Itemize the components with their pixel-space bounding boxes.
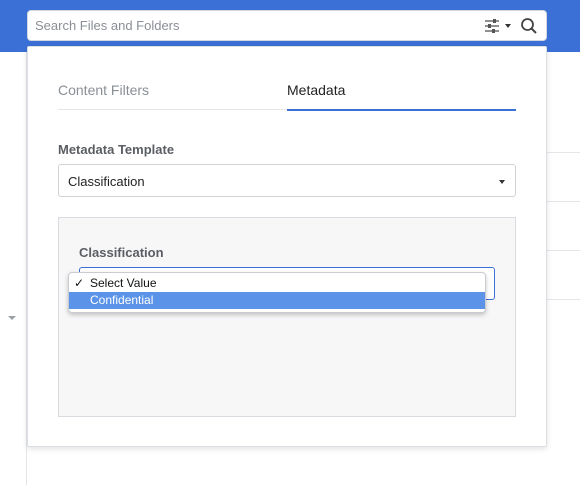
- metadata-template-select[interactable]: Classification: [58, 164, 516, 197]
- option-label: Select Value: [90, 276, 157, 290]
- list-row-divider: [546, 250, 580, 251]
- classification-options-list: ✓ Select Value Confidential: [68, 272, 486, 313]
- search-box: [27, 10, 547, 41]
- caret-down-icon: [499, 180, 505, 184]
- list-row-divider: [546, 152, 580, 153]
- tab-content-filters[interactable]: Content Filters: [58, 71, 287, 110]
- list-row-divider: [546, 299, 580, 300]
- filter-tabs: Content Filters Metadata: [58, 71, 516, 111]
- magnifier-icon: [521, 18, 537, 34]
- option-select-value[interactable]: ✓ Select Value: [69, 275, 485, 292]
- search-button[interactable]: [519, 16, 539, 36]
- check-icon: ✓: [74, 276, 85, 290]
- sliders-icon: [485, 19, 499, 33]
- metadata-field-box: Classification: [58, 217, 516, 417]
- search-input[interactable]: [28, 11, 468, 40]
- list-row-divider: [546, 201, 580, 202]
- caret-down-icon: [8, 316, 16, 320]
- search-filter-panel: Content Filters Metadata Metadata Templa…: [27, 46, 547, 447]
- metadata-template-value: Classification: [68, 174, 145, 189]
- tab-metadata[interactable]: Metadata: [287, 71, 516, 111]
- option-label: Confidential: [90, 293, 154, 307]
- classification-field-label: Classification: [79, 245, 164, 260]
- metadata-template-label: Metadata Template: [58, 142, 175, 157]
- caret-down-icon: [505, 24, 511, 28]
- filter-toggle-button[interactable]: [483, 17, 515, 35]
- top-header-bar: [0, 0, 580, 52]
- option-confidential[interactable]: Confidential: [69, 292, 485, 309]
